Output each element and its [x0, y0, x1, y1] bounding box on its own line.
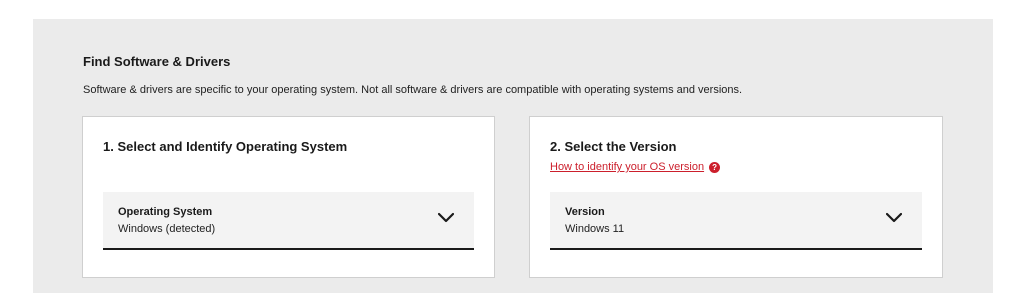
os-version-help-link-text: How to identify your OS version — [550, 161, 705, 173]
version-value: Windows 11 — [565, 223, 625, 235]
operating-system-value: Windows (detected) — [118, 223, 216, 235]
version-card: 2. Select the Version How to identify yo… — [529, 116, 943, 278]
os-version-help-link[interactable]: How to identify your OS version ? — [550, 161, 721, 173]
software-drivers-panel: Find Software & Drivers Software & drive… — [33, 19, 993, 293]
os-card: 1. Select and Identify Operating System … — [82, 116, 495, 278]
operating-system-select[interactable]: Operating System Windows (detected) — [103, 192, 474, 250]
section-title: Find Software & Drivers — [83, 54, 231, 69]
question-icon: ? — [709, 161, 721, 173]
chevron-down-icon — [438, 212, 454, 223]
section-description: Software & drivers are specific to your … — [83, 84, 743, 96]
chevron-down-icon — [886, 212, 902, 223]
version-card-title: 2. Select the Version — [550, 139, 677, 154]
version-select[interactable]: Version Windows 11 — [550, 192, 922, 250]
version-label: Version — [565, 206, 605, 218]
operating-system-label: Operating System — [118, 206, 213, 218]
os-card-title: 1. Select and Identify Operating System — [103, 139, 348, 154]
